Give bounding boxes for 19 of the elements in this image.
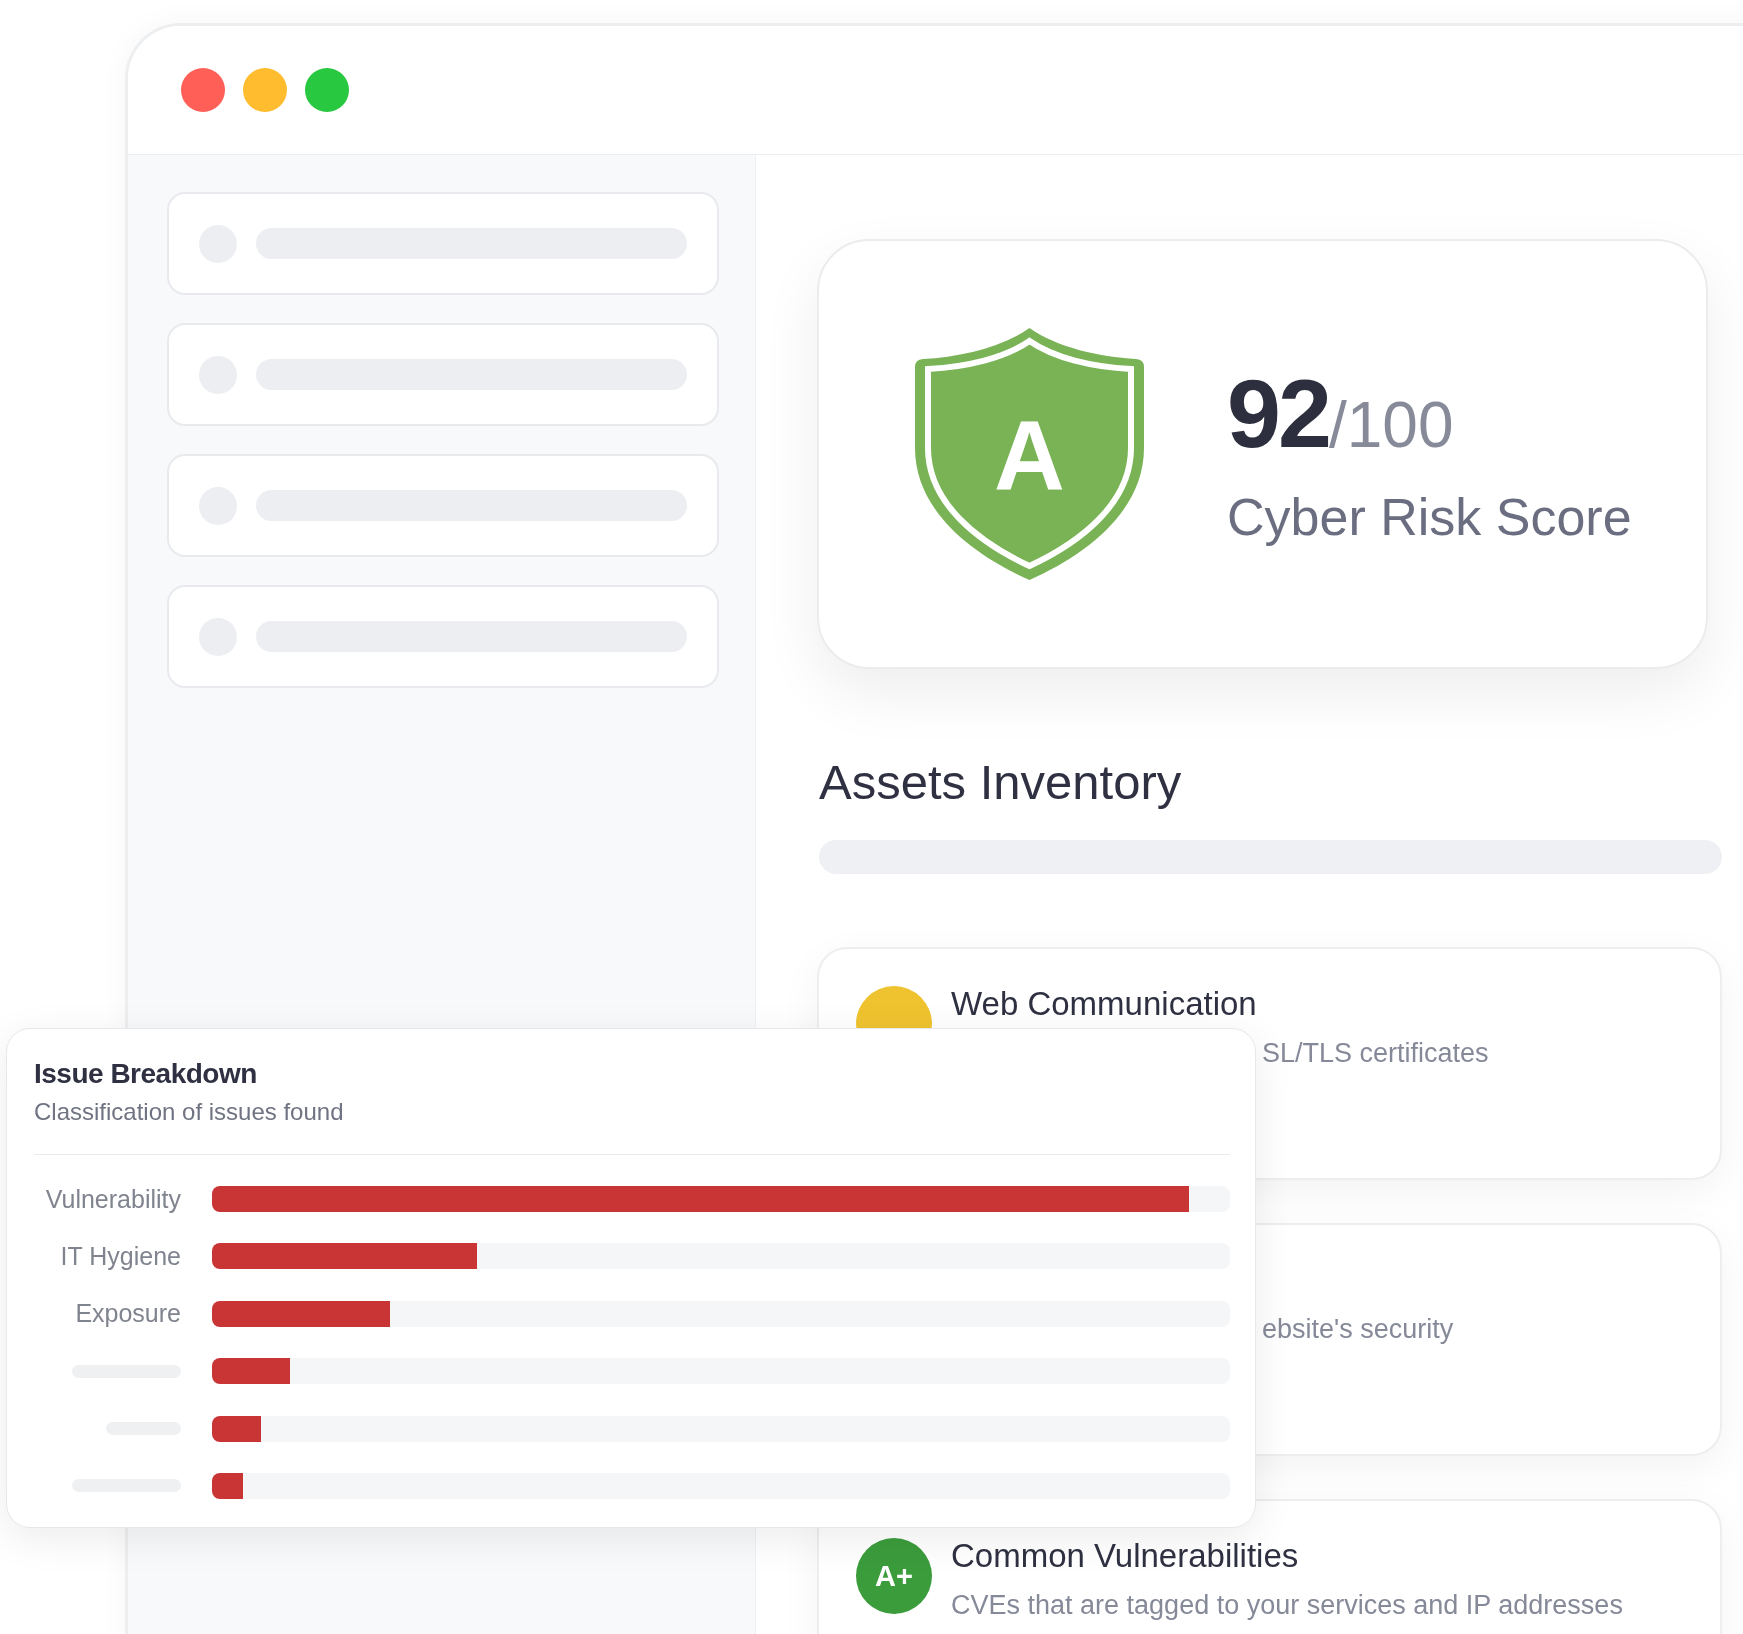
asset-title: Web Communication <box>951 987 1257 1020</box>
category-label: IT Hygiene <box>60 1243 181 1269</box>
score-max: /100 <box>1328 393 1454 457</box>
asset-description: SL/TLS certificates <box>1262 1040 1489 1067</box>
maximize-button[interactable] <box>305 68 349 112</box>
panel-title: Issue Breakdown <box>34 1060 257 1088</box>
close-button[interactable] <box>181 68 225 112</box>
category-label: Exposure <box>75 1301 181 1327</box>
shield-icon <box>913 326 1146 582</box>
category-label: Vulnerability <box>45 1186 181 1212</box>
score-value: 92 <box>1227 365 1329 462</box>
grade-badge: A+ <box>856 1538 932 1614</box>
panel-subtitle: Classification of issues found <box>34 1100 344 1124</box>
minimize-button[interactable] <box>243 68 287 112</box>
asset-description: ebsite's security <box>1262 1316 1454 1343</box>
asset-description: CVEs that are tagged to your services and IP addresses <box>951 1592 1623 1619</box>
grade-letter: A <box>994 406 1065 504</box>
asset-title: Common Vulnerabilities <box>951 1539 1299 1572</box>
section-heading: Assets Inventory <box>819 758 1182 807</box>
